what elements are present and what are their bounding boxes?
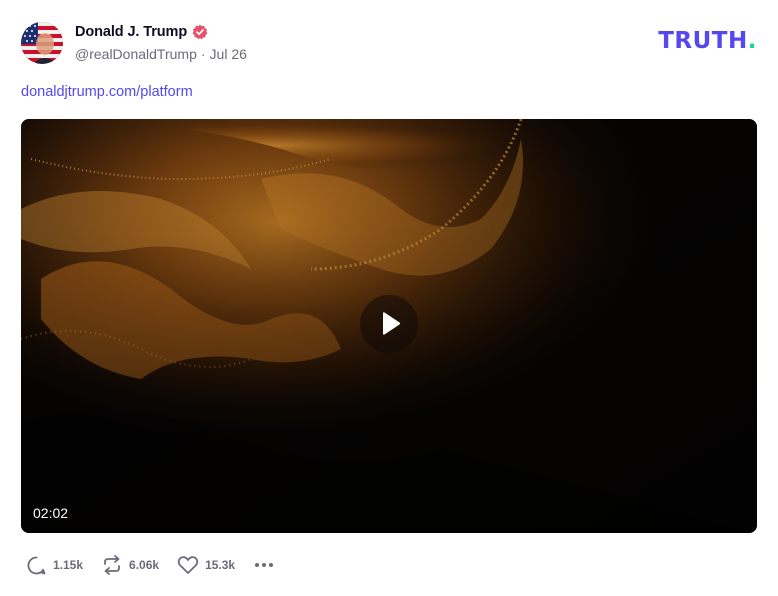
post-date[interactable]: Jul 26 — [210, 46, 247, 62]
meta-separator: · — [200, 46, 206, 62]
more-options-button[interactable] — [253, 561, 275, 569]
reply-icon — [27, 556, 46, 574]
avatar-image — [21, 22, 63, 64]
play-button[interactable] — [360, 295, 418, 353]
more-icon — [255, 563, 274, 567]
like-button[interactable]: 15.3k — [177, 555, 235, 575]
post-link[interactable]: donaldjtrump.com/platform — [21, 84, 193, 100]
video-player[interactable]: 02:02 — [21, 119, 757, 533]
retruth-count: 6.06k — [129, 558, 160, 572]
like-count: 15.3k — [205, 558, 236, 572]
truth-logo[interactable]: TRUTH. — [658, 30, 757, 53]
video-duration: 02:02 — [33, 505, 69, 521]
retruth-button[interactable]: 6.06k — [101, 554, 159, 576]
heart-icon — [177, 556, 199, 574]
verified-badge-icon — [192, 24, 208, 40]
logo-text: TRUTH — [658, 28, 748, 54]
avatar[interactable] — [21, 22, 63, 64]
logo-dot: . — [747, 28, 757, 54]
author-handle[interactable]: @realDonaldTrump — [75, 46, 197, 62]
post-actions: 1.15k 6.06k 15.3k — [26, 554, 275, 576]
retruth-icon — [104, 555, 120, 575]
reply-button[interactable]: 1.15k — [26, 555, 83, 576]
author-block: Donald J. Trump @realDonaldTrump · Jul 2… — [75, 22, 247, 62]
reply-count: 1.15k — [53, 558, 84, 572]
play-icon — [383, 312, 401, 335]
author-display-name[interactable]: Donald J. Trump — [75, 24, 187, 40]
truth-post: Donald J. Trump @realDonaldTrump · Jul 2… — [0, 0, 778, 596]
